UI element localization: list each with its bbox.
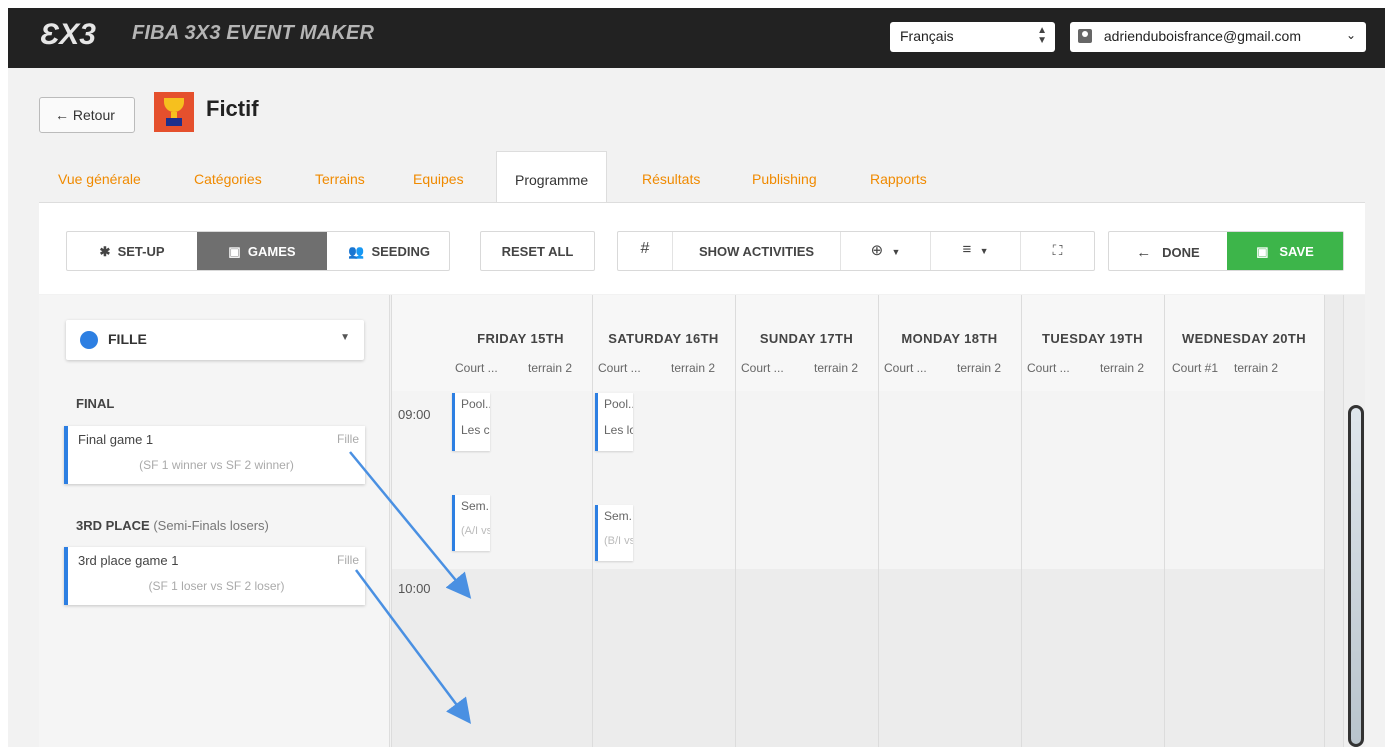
time-label: 10:00 — [398, 581, 431, 596]
show-activities-button[interactable]: SHOW ACTIVITIES — [672, 232, 840, 270]
category-value: FILLE — [108, 331, 147, 347]
people-icon: 👥 — [348, 244, 365, 259]
arrow-left-icon: ← — [1136, 244, 1152, 261]
category-select[interactable]: FILLE ▼ — [66, 320, 364, 360]
unscheduled-game-card[interactable]: Final game 1 Fille (SF 1 winner vs SF 2 … — [64, 426, 365, 484]
day-header: WEDNESDAY 20TH Court #1 terrain 2 — [1164, 295, 1324, 391]
caret-down-icon: ▼ — [979, 246, 989, 256]
games-sidebar: FILLE ▼ FINAL Final game 1 Fille (SF 1 w… — [39, 295, 390, 747]
unscheduled-game-card[interactable]: 3rd place game 1 Fille (SF 1 loser vs SF… — [64, 547, 365, 605]
section-title-3rd-place: 3RD PLACE (Semi-Finals losers) — [76, 518, 269, 533]
tab-programme[interactable]: Programme — [496, 151, 608, 203]
caret-down-icon: ▼ — [340, 332, 350, 343]
time-label: 09:00 — [398, 407, 431, 422]
done-button[interactable]: ← DONE — [1109, 232, 1227, 270]
scheduled-game-card[interactable]: Pool...Les cro — [452, 393, 490, 451]
main-tabs: Vue générale Catégories Terrains Equipes… — [8, 151, 1385, 203]
save-button[interactable]: ▣ SAVE — [1227, 232, 1343, 270]
filter-icon: ≡ — [962, 241, 972, 258]
day-header: MONDAY 18TH Court ... terrain 2 — [878, 295, 1021, 391]
top-bar: ƐX3 FIBA 3X3 EVENT MAKER Français ▲ ▼ adr… — [8, 8, 1385, 68]
hash-button[interactable]: # — [618, 232, 672, 270]
scrollbar-thumb[interactable] — [1348, 405, 1364, 747]
fullscreen-button[interactable]: ⛶ — [1020, 232, 1094, 270]
reset-all-label: RESET ALL — [501, 244, 574, 259]
language-value: Français — [900, 28, 954, 44]
section-title-final: FINAL — [76, 396, 115, 411]
schedule-scrollbar[interactable] — [1343, 295, 1365, 747]
tab-vue-generale[interactable]: Vue générale — [58, 171, 141, 187]
setup-button[interactable]: ✱ SET-UP — [67, 232, 197, 270]
mode-switch: ✱ SET-UP ▣ GAMES 👥 SEEDING — [66, 231, 450, 271]
language-select[interactable]: Français ▲ ▼ — [890, 22, 1055, 52]
tab-categories[interactable]: Catégories — [194, 171, 262, 187]
games-button[interactable]: ▣ GAMES — [197, 232, 327, 270]
done-save-group: ← DONE ▣ SAVE — [1108, 231, 1344, 271]
schedule-grid: FRIDAY 15TH Court ... terrain 2 SATURDAY … — [391, 295, 1365, 747]
select-arrows-icon: ▲ ▼ — [1037, 25, 1047, 46]
category-color-dot — [80, 331, 98, 349]
user-email: adrienduboisfrance@gmail.com — [1103, 28, 1301, 44]
seeding-button[interactable]: 👥 SEEDING — [327, 232, 451, 270]
fullscreen-icon: ⛶ — [1052, 242, 1063, 258]
game-matchup: (SF 1 loser vs SF 2 loser) — [148, 579, 285, 593]
event-title: Fictif — [206, 96, 259, 121]
filter-dropdown-button[interactable]: ≡ ▼ — [930, 232, 1020, 270]
caret-down-icon: ▼ — [891, 247, 901, 257]
game-name: 3rd place game 1 — [78, 553, 179, 568]
time-slot-1000[interactable] — [391, 569, 1324, 747]
svg-text:ƐX3: ƐX3 — [40, 18, 96, 48]
fiba-3x3-logo[interactable]: ƐX3 — [40, 18, 112, 48]
time-header-corner — [391, 295, 449, 391]
app-title: FIBA 3X3 EVENT MAKER — [132, 22, 375, 44]
tab-resultats[interactable]: Résultats — [642, 171, 700, 187]
day-header: FRIDAY 15TH Court ... terrain 2 — [449, 295, 592, 391]
schedule-toolbar: ✱ SET-UP ▣ GAMES 👥 SEEDING RESET ALL # S… — [39, 202, 1365, 294]
reset-all-button[interactable]: RESET ALL — [480, 231, 595, 271]
game-name: Final game 1 — [78, 432, 154, 447]
app-frame: ƐX3 FIBA 3X3 EVENT MAKER Français ▲ ▼ adr… — [8, 8, 1385, 747]
floppy-disk-icon: ▣ — [1256, 244, 1269, 259]
day-header: SATURDAY 16TH Court ... terrain 2 — [592, 295, 735, 391]
time-slot-0900[interactable] — [391, 391, 1324, 569]
user-icon — [1078, 29, 1092, 43]
tab-terrains[interactable]: Terrains — [315, 171, 365, 187]
day-header: TUESDAY 19TH Court ... terrain 2 — [1021, 295, 1164, 391]
game-category: Fille — [336, 432, 359, 446]
tab-publishing[interactable]: Publishing — [752, 171, 817, 187]
tab-equipes[interactable]: Equipes — [413, 171, 464, 187]
day-header: SUNDAY 17TH Court ... terrain 2 — [735, 295, 878, 391]
add-circle-icon: ⊕ — [870, 242, 884, 259]
tab-rapports[interactable]: Rapports — [870, 171, 927, 187]
back-button[interactable]: ← Retour — [39, 97, 135, 133]
scheduled-game-card[interactable]: Sem...(B/I vs — [595, 505, 633, 561]
game-category: Fille — [336, 553, 359, 567]
trophy-icon — [154, 92, 194, 132]
chevron-down-icon: ⌄ — [1345, 28, 1356, 42]
scheduled-game-card[interactable]: Pool...Les lou — [595, 393, 633, 451]
calendar-icon: ▣ — [228, 244, 241, 259]
user-menu[interactable]: adrienduboisfrance@gmail.com ⌄ — [1070, 22, 1366, 52]
game-matchup: (SF 1 winner vs SF 2 winner) — [139, 458, 294, 472]
scheduled-game-card[interactable]: Sem...(A/I vs — [452, 495, 490, 551]
view-controls: # SHOW ACTIVITIES ⊕ ▼ ≡ ▼ ⛶ — [617, 231, 1095, 271]
gear-icon: ✱ — [99, 244, 111, 259]
add-dropdown-button[interactable]: ⊕ ▼ — [840, 232, 930, 270]
